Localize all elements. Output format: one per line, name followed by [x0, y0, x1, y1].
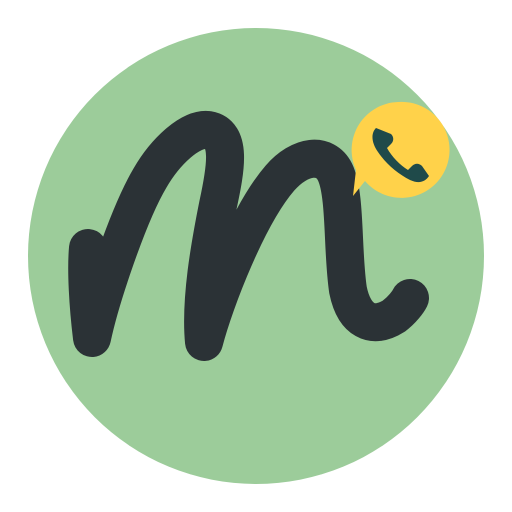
icon-canvas	[0, 0, 512, 512]
app-logo-icon	[28, 28, 484, 484]
